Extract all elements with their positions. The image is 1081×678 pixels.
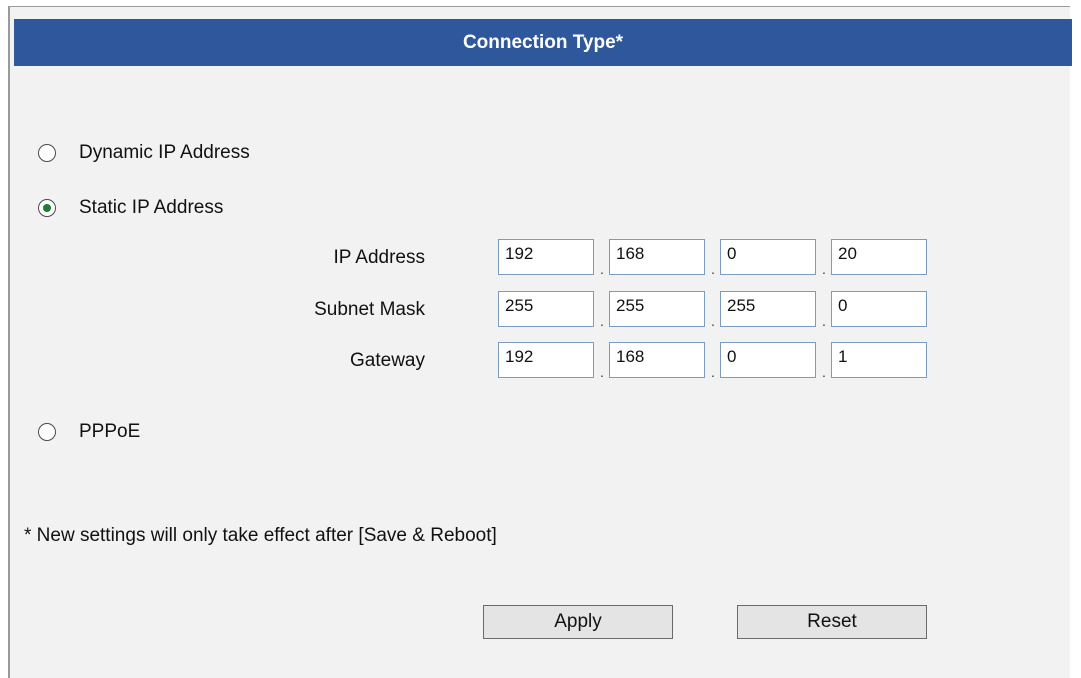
- subnet-mask-octet-2[interactable]: [609, 291, 705, 327]
- reset-button[interactable]: Reset: [737, 605, 927, 639]
- ip-address-octet-2[interactable]: [609, 239, 705, 275]
- octet-separator: .: [600, 261, 604, 277]
- reboot-note: * New settings will only take effect aft…: [24, 525, 497, 546]
- gateway-label: Gateway: [350, 350, 425, 371]
- pppoe-radio[interactable]: [38, 423, 56, 441]
- octet-separator: .: [711, 261, 715, 277]
- apply-button[interactable]: Apply: [483, 605, 673, 639]
- octet-separator: .: [822, 313, 826, 329]
- subnet-mask-octet-1[interactable]: [498, 291, 594, 327]
- dynamic-ip-label: Dynamic IP Address: [79, 142, 250, 163]
- static-ip-option[interactable]: Static IP Address: [38, 196, 223, 220]
- static-ip-radio[interactable]: [38, 199, 56, 217]
- subnet-mask-row: Subnet Mask . . .: [10, 291, 1010, 329]
- octet-separator: .: [822, 364, 826, 380]
- octet-separator: .: [822, 261, 826, 277]
- gateway-octet-4[interactable]: [831, 342, 927, 378]
- octet-separator: .: [711, 313, 715, 329]
- panel-title: Connection Type*: [14, 19, 1072, 66]
- ip-address-octet-1[interactable]: [498, 239, 594, 275]
- subnet-mask-label: Subnet Mask: [314, 299, 425, 320]
- octet-separator: .: [711, 364, 715, 380]
- ip-address-row: IP Address . . .: [10, 239, 1010, 277]
- static-ip-label: Static IP Address: [79, 197, 224, 218]
- gateway-octet-2[interactable]: [609, 342, 705, 378]
- pppoe-label: PPPoE: [79, 421, 141, 442]
- ip-address-octet-4[interactable]: [831, 239, 927, 275]
- ip-address-label: IP Address: [333, 247, 425, 268]
- pppoe-option[interactable]: PPPoE: [38, 420, 140, 444]
- octet-separator: .: [600, 313, 604, 329]
- gateway-octet-3[interactable]: [720, 342, 816, 378]
- subnet-mask-octet-4[interactable]: [831, 291, 927, 327]
- dynamic-ip-radio[interactable]: [38, 144, 56, 162]
- ip-address-octet-3[interactable]: [720, 239, 816, 275]
- subnet-mask-octet-3[interactable]: [720, 291, 816, 327]
- dynamic-ip-option[interactable]: Dynamic IP Address: [38, 141, 250, 165]
- octet-separator: .: [600, 364, 604, 380]
- gateway-octet-1[interactable]: [498, 342, 594, 378]
- connection-type-panel: Connection Type* Dynamic IP Address Stat…: [8, 6, 1072, 678]
- gateway-row: Gateway . . .: [10, 342, 1010, 380]
